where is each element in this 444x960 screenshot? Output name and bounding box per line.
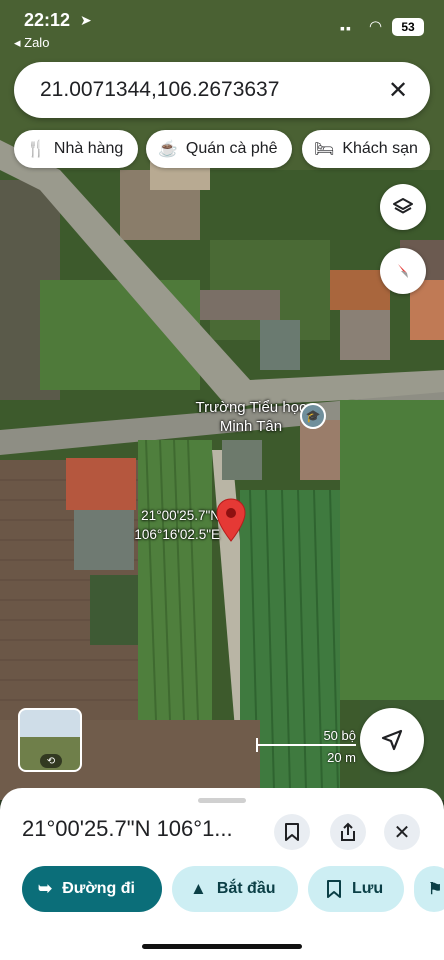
restaurant-icon: 🍴: [26, 141, 46, 158]
dropped-pin-coordinates: 21°00'25.7"N 106°16'02.5"E: [112, 506, 220, 544]
battery-indicator: 53: [392, 18, 424, 36]
chip-hotels[interactable]: 🛏 Khách sạn: [302, 130, 430, 168]
hotel-icon: 🛏: [314, 141, 335, 158]
directions-button[interactable]: ➥ Đường đi: [22, 866, 162, 912]
sheet-drag-handle[interactable]: [198, 798, 246, 803]
pin-longitude: 106°16'02.5"E: [134, 527, 220, 542]
close-icon: ✕: [393, 821, 411, 844]
back-to-app-link[interactable]: ◂ Zalo: [14, 35, 49, 51]
status-time: 22:12: [24, 10, 71, 30]
clear-search-button[interactable]: ✕: [380, 72, 416, 108]
close-icon: ✕: [387, 76, 409, 104]
search-input[interactable]: 21.0071344,106.2673637: [40, 78, 279, 102]
bookmark-icon: [327, 880, 341, 898]
search-bar[interactable]: 21.0071344,106.2673637 ✕: [14, 62, 430, 118]
bookmark-icon: [285, 823, 299, 841]
save-label: Lưu: [352, 880, 384, 897]
layers-icon: [393, 198, 413, 214]
navigation-arrow-icon: [381, 729, 403, 751]
chip-cafes[interactable]: ☕ Quán cà phê: [146, 130, 292, 168]
cafe-icon: ☕: [158, 141, 178, 158]
more-actions-button[interactable]: ⚑: [414, 866, 444, 912]
bookmark-button[interactable]: [274, 814, 310, 850]
flag-icon: ⚑: [428, 881, 443, 898]
school-icon[interactable]: 🎓: [300, 403, 326, 429]
navigation-icon: ▲: [190, 879, 207, 898]
wifi-icon: ◠: [369, 18, 383, 35]
share-button[interactable]: [330, 814, 366, 850]
home-indicator[interactable]: [142, 944, 302, 949]
street-view-thumbnail[interactable]: ⟲: [18, 708, 82, 772]
my-location-button[interactable]: [360, 708, 424, 772]
directions-label: Đường đi: [62, 880, 135, 897]
chip-label: Nhà hàng: [53, 140, 124, 157]
place-title: 21°00'25.7"N 106°1...: [22, 816, 233, 841]
close-sheet-button[interactable]: ✕: [384, 814, 420, 850]
status-bar: 22:12 ➤ ◂ Zalo ▪▪ ◠ 53: [0, 0, 444, 52]
chip-restaurants[interactable]: 🍴 Nhà hàng: [14, 130, 138, 168]
map-layers-button[interactable]: [380, 184, 426, 230]
save-place-button[interactable]: Lưu: [308, 866, 404, 912]
school-place-label[interactable]: Trường Tiểu học Minh Tân: [190, 398, 312, 436]
cellular-signal-icon: ▪▪: [340, 20, 352, 36]
pin-latitude: 21°00'25.7"N: [141, 508, 220, 523]
share-icon: [341, 822, 355, 841]
map-scale: 50 bộ 20 m: [256, 728, 356, 768]
scale-bar: [256, 744, 356, 746]
chip-label: Quán cà phê: [185, 140, 278, 157]
chip-label: Khách sạn: [342, 140, 418, 157]
directions-icon: ➥: [38, 879, 53, 898]
scale-imperial: 50 bộ: [323, 728, 356, 743]
start-navigation-button[interactable]: ▲ Bắt đầu: [172, 866, 298, 912]
location-arrow-icon: ➤: [80, 12, 92, 28]
compass-icon: [398, 264, 408, 278]
map-pin-icon[interactable]: [216, 498, 246, 547]
start-label: Bắt đầu: [216, 880, 276, 897]
compass-button[interactable]: [380, 248, 426, 294]
scale-metric: 20 m: [327, 750, 356, 765]
street-view-360-icon: ⟲: [40, 754, 62, 768]
